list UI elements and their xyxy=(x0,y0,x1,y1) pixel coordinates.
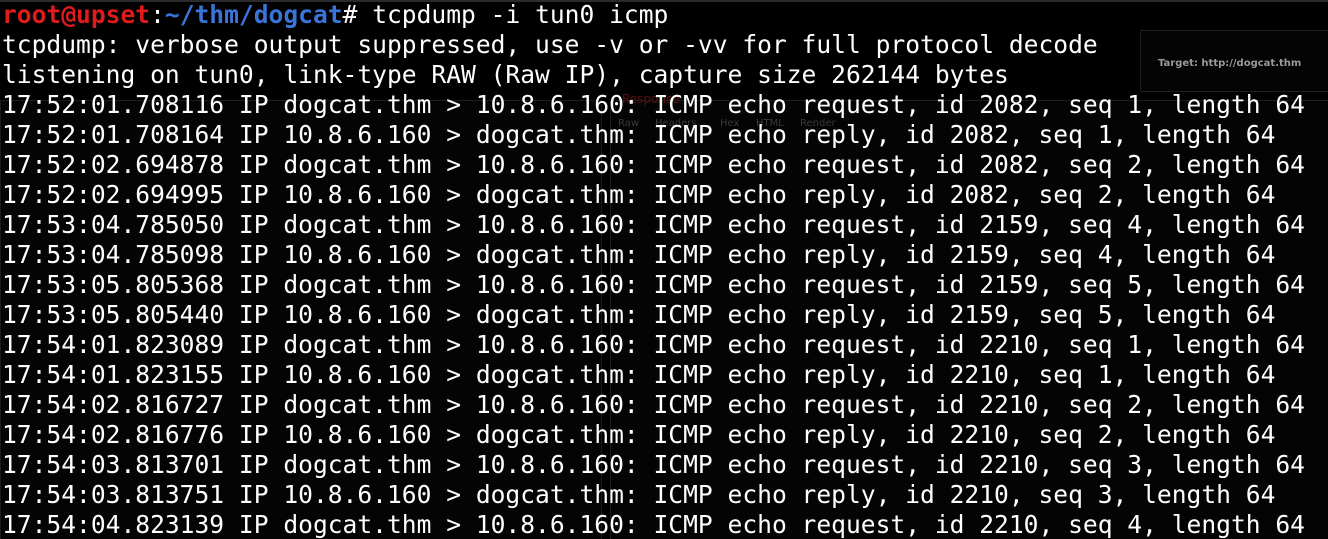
packet-line: 17:54:01.823155 IP 10.8.6.160 > dogcat.t… xyxy=(2,360,1276,389)
packet-line: 17:53:05.805440 IP 10.8.6.160 > dogcat.t… xyxy=(2,300,1276,329)
prompt-symbol: # xyxy=(342,0,358,29)
prompt-user-host: root@upset xyxy=(2,0,151,29)
packet-line: 17:53:04.785050 IP dogcat.thm > 10.8.6.1… xyxy=(2,210,1305,239)
prompt-line: root@upset:~/thm/dogcat# tcpdump -i tun0… xyxy=(2,0,1328,30)
prompt-command: tcpdump -i tun0 icmp xyxy=(357,0,669,29)
packet-line: 17:52:02.694995 IP 10.8.6.160 > dogcat.t… xyxy=(2,180,1276,209)
packet-line: 17:54:03.813751 IP 10.8.6.160 > dogcat.t… xyxy=(2,480,1276,509)
terminal-window[interactable]: Target: http://dogcat.thm Response Raw H… xyxy=(0,0,1328,539)
packet-line: 17:54:01.823089 IP dogcat.thm > 10.8.6.1… xyxy=(2,330,1305,359)
output-line: listening on tun0, link-type RAW (Raw IP… xyxy=(2,60,1009,89)
prompt-colon: : xyxy=(150,0,165,29)
packet-line: 17:52:01.708116 IP dogcat.thm > 10.8.6.1… xyxy=(2,90,1305,119)
packet-line: 17:54:02.816776 IP 10.8.6.160 > dogcat.t… xyxy=(2,420,1276,449)
packet-line: 17:54:04.823139 IP dogcat.thm > 10.8.6.1… xyxy=(2,510,1305,539)
terminal-output[interactable]: root@upset:~/thm/dogcat# tcpdump -i tun0… xyxy=(2,0,1328,539)
packet-line: 17:54:03.813701 IP dogcat.thm > 10.8.6.1… xyxy=(2,450,1305,479)
output-line: tcpdump: verbose output suppressed, use … xyxy=(2,30,1098,59)
packet-line: 17:52:01.708164 IP 10.8.6.160 > dogcat.t… xyxy=(2,120,1276,149)
packet-line: 17:53:04.785098 IP 10.8.6.160 > dogcat.t… xyxy=(2,240,1276,269)
packet-line: 17:52:02.694878 IP dogcat.thm > 10.8.6.1… xyxy=(2,150,1305,179)
packet-line: 17:54:02.816727 IP dogcat.thm > 10.8.6.1… xyxy=(2,390,1305,419)
packet-line: 17:53:05.805368 IP dogcat.thm > 10.8.6.1… xyxy=(2,270,1305,299)
prompt-path: ~/thm/dogcat xyxy=(164,0,343,29)
